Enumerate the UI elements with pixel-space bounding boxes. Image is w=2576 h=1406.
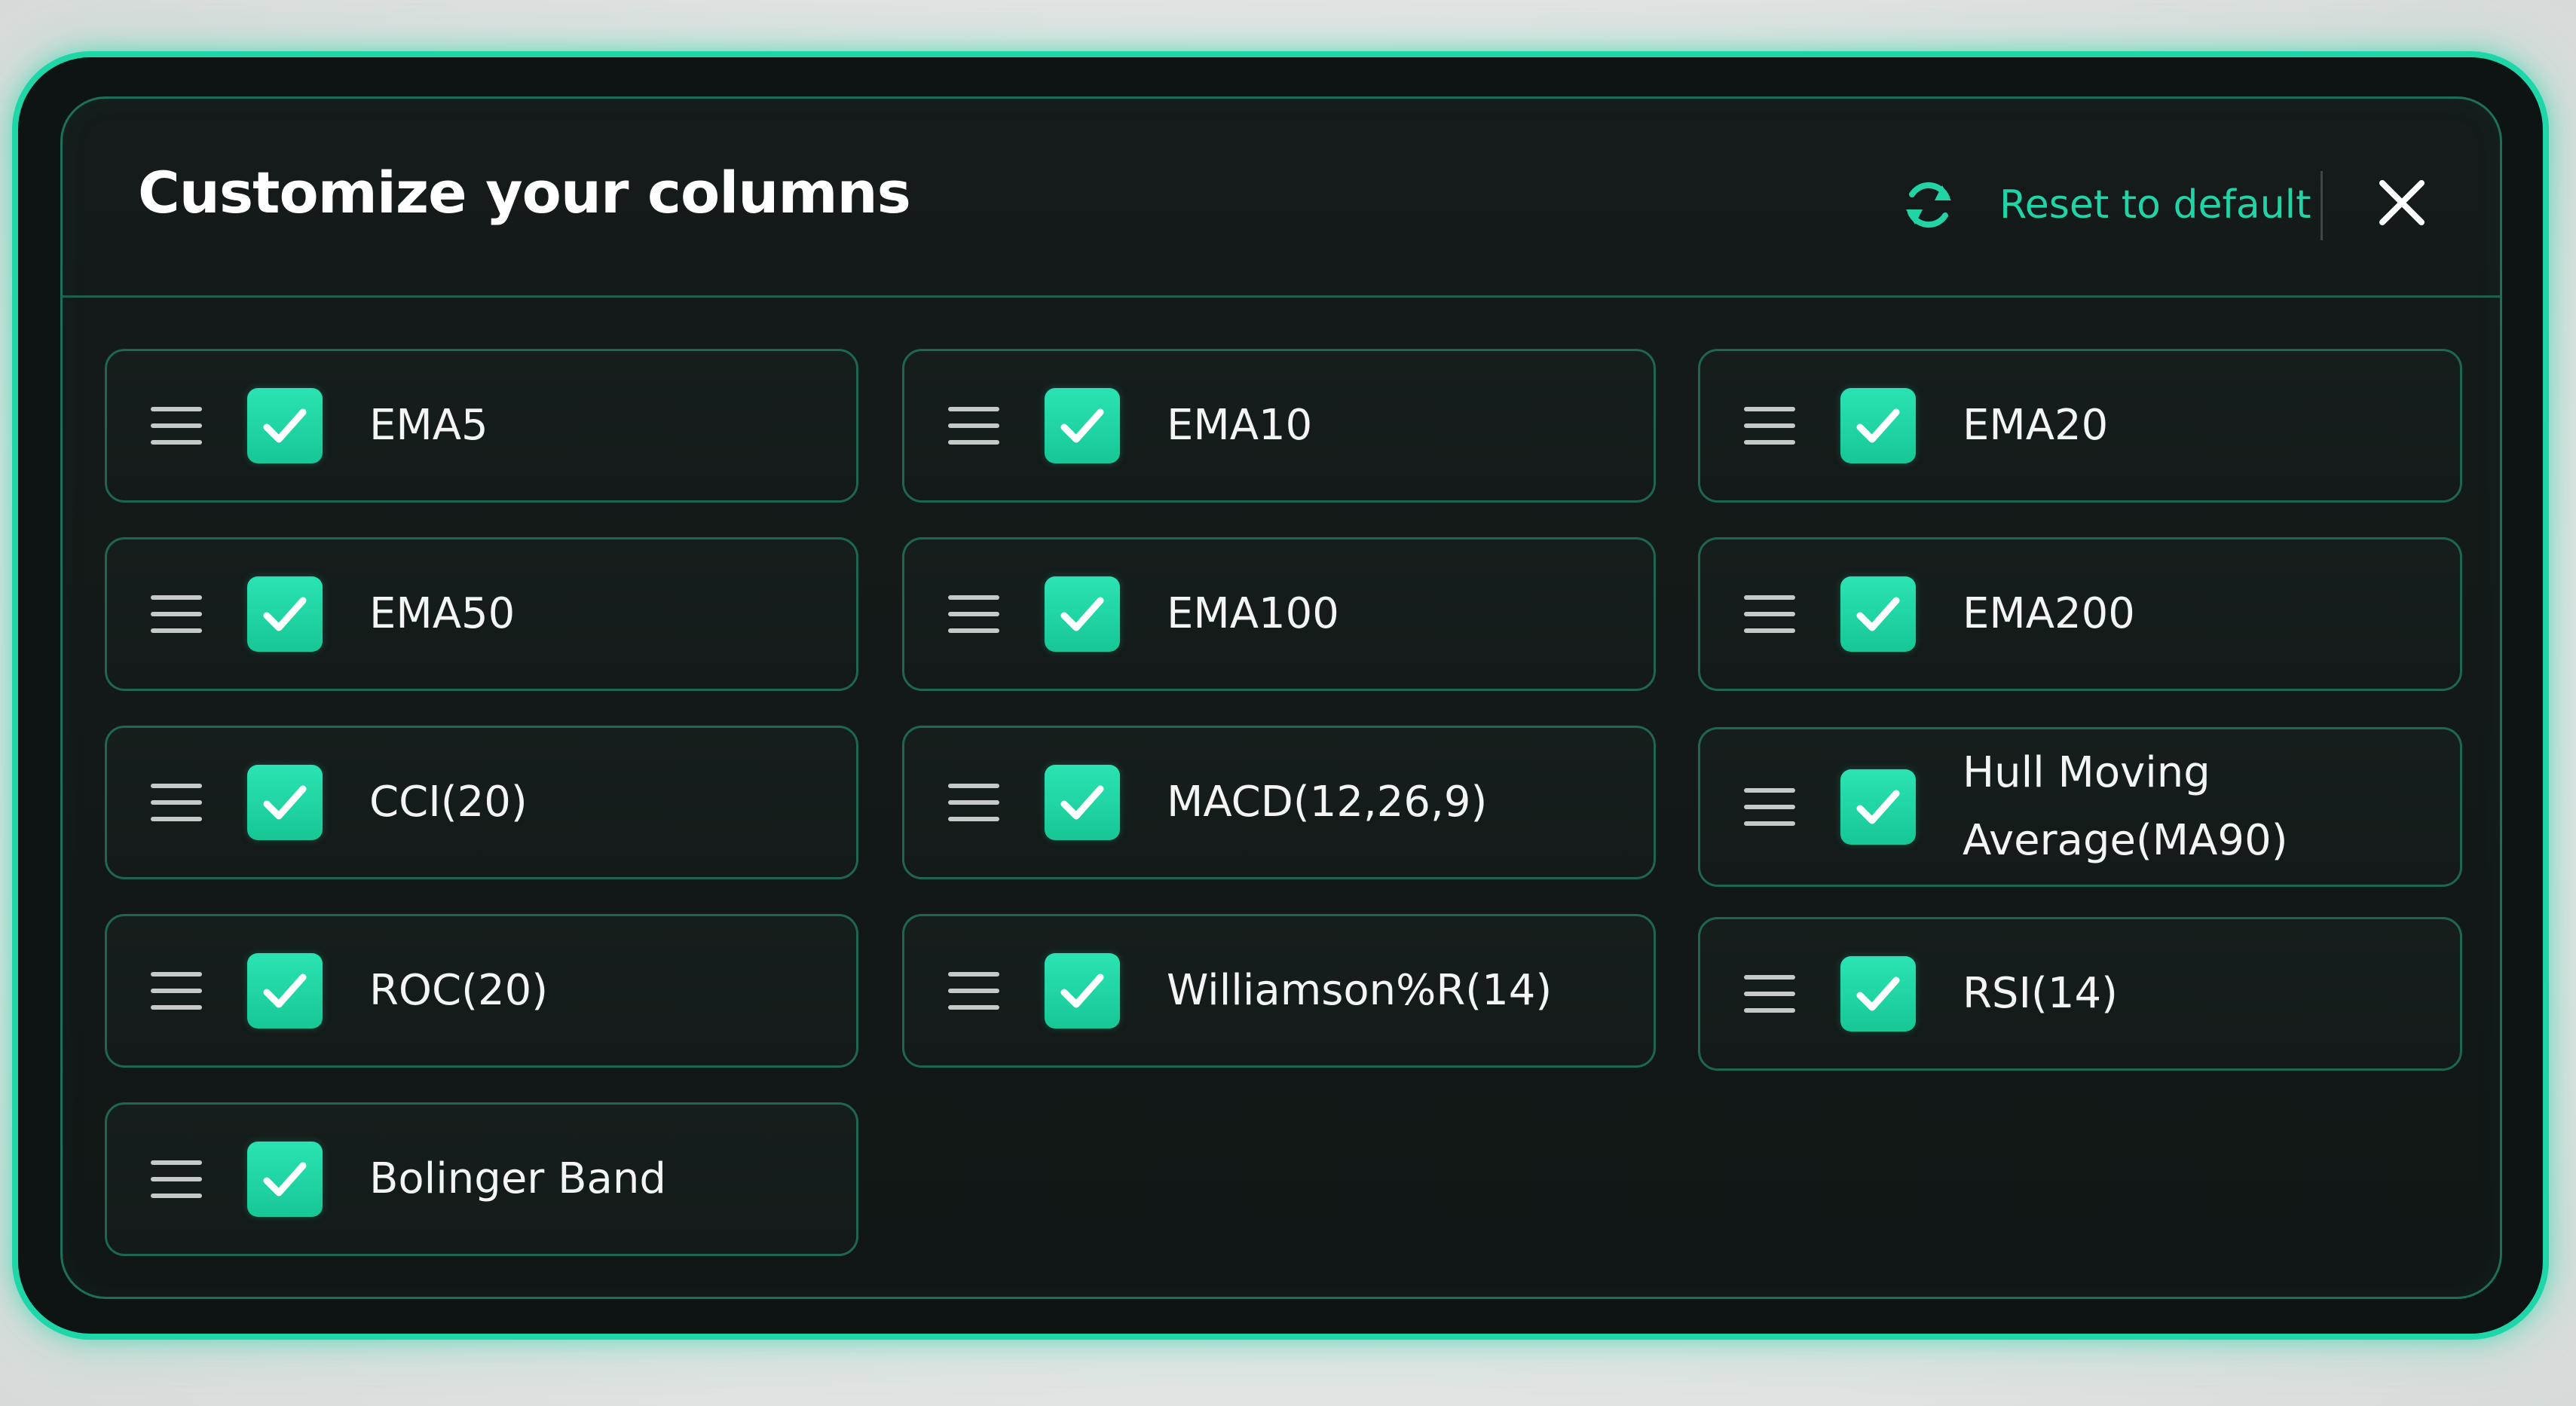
- drag-handle-icon[interactable]: [1744, 407, 1795, 445]
- column-label: MACD(12,26,9): [1167, 778, 1488, 827]
- drag-handle-icon[interactable]: [1744, 788, 1795, 826]
- column-label: EMA50: [369, 589, 516, 638]
- drag-handle-icon[interactable]: [948, 784, 999, 821]
- column-option-macd[interactable]: MACD(12,26,9): [902, 726, 1656, 879]
- drag-handle-icon[interactable]: [948, 972, 999, 1010]
- column-label: EMA20: [1963, 401, 2109, 450]
- drag-handle-icon[interactable]: [1744, 975, 1795, 1013]
- column-option-rsi14[interactable]: RSI(14): [1698, 917, 2462, 1071]
- column-label: EMA5: [369, 401, 488, 450]
- checkbox-checked-icon[interactable]: [1840, 576, 1916, 652]
- checkbox-checked-icon[interactable]: [1045, 765, 1120, 840]
- column-option-ema100[interactable]: EMA100: [902, 537, 1656, 691]
- column-option-williamson-r[interactable]: Williamson%R(14): [902, 914, 1656, 1068]
- drag-handle-icon[interactable]: [948, 407, 999, 445]
- drag-handle-icon[interactable]: [151, 972, 202, 1010]
- column-label: EMA100: [1167, 589, 1339, 638]
- column-option-roc20[interactable]: ROC(20): [105, 914, 858, 1068]
- column-option-ema50[interactable]: EMA50: [105, 537, 858, 691]
- drag-handle-icon[interactable]: [1744, 595, 1795, 633]
- column-option-cci20[interactable]: CCI(20): [105, 726, 858, 879]
- drag-handle-icon[interactable]: [151, 784, 202, 821]
- drag-handle-icon[interactable]: [151, 407, 202, 445]
- column-option-ema10[interactable]: EMA10: [902, 349, 1656, 503]
- checkbox-checked-icon[interactable]: [247, 953, 323, 1029]
- column-label: Williamson%R(14): [1167, 966, 1553, 1015]
- drag-handle-icon[interactable]: [151, 595, 202, 633]
- checkbox-checked-icon[interactable]: [247, 388, 323, 463]
- column-label: Bolinger Band: [369, 1154, 666, 1203]
- column-option-ema200[interactable]: EMA200: [1698, 537, 2462, 691]
- column-label: EMA200: [1963, 589, 2135, 638]
- column-option-ema20[interactable]: EMA20: [1698, 349, 2462, 503]
- checkbox-checked-icon[interactable]: [1840, 956, 1916, 1032]
- checkbox-checked-icon[interactable]: [247, 765, 323, 840]
- checkbox-checked-icon[interactable]: [1840, 388, 1916, 463]
- checkbox-checked-icon[interactable]: [1045, 388, 1120, 463]
- column-label: Hull Moving Average(MA90): [1963, 748, 2288, 865]
- checkbox-checked-icon[interactable]: [247, 1142, 323, 1217]
- drag-handle-icon[interactable]: [151, 1160, 202, 1198]
- checkbox-checked-icon[interactable]: [247, 576, 323, 652]
- column-options-grid: EMA5 EMA10 EMA20 EMA50 EMA100 EMA200 CCI…: [63, 99, 2500, 1297]
- customize-columns-dialog: Customize your columns Reset to default …: [60, 96, 2502, 1299]
- column-option-ema5[interactable]: EMA5: [105, 349, 858, 503]
- checkbox-checked-icon[interactable]: [1045, 576, 1120, 652]
- checkbox-checked-icon[interactable]: [1840, 769, 1916, 845]
- checkbox-checked-icon[interactable]: [1045, 953, 1120, 1029]
- column-label: CCI(20): [369, 778, 528, 827]
- column-label: ROC(20): [369, 966, 549, 1015]
- drag-handle-icon[interactable]: [948, 595, 999, 633]
- column-option-hull-moving-average[interactable]: Hull Moving Average(MA90): [1698, 727, 2462, 887]
- column-label: RSI(14): [1963, 969, 2118, 1018]
- column-label: EMA10: [1167, 401, 1313, 450]
- column-option-bolinger-band[interactable]: Bolinger Band: [105, 1102, 858, 1256]
